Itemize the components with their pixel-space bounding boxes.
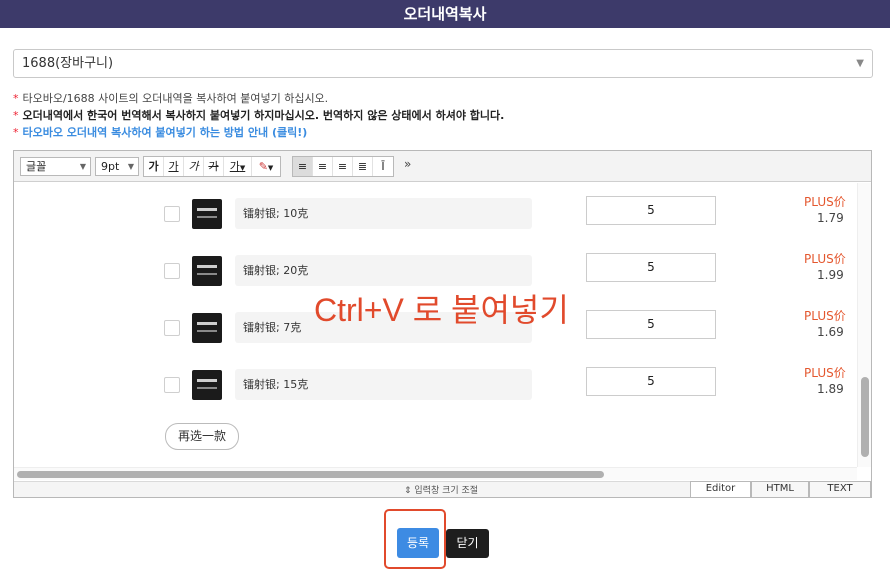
highlight-color-button[interactable]: ✎▼: [252, 157, 280, 176]
item-price: 1.69: [817, 325, 844, 339]
text-color-label: 가: [229, 160, 240, 173]
reselect-button[interactable]: 再选一款: [165, 423, 239, 450]
price-label: PLUS价: [804, 366, 846, 380]
align-justify-icon[interactable]: ≣: [353, 157, 373, 176]
font-family-select[interactable]: 글꼴 ▼: [20, 157, 91, 176]
note-line: * 타오바오 오더내역 복사하여 붙여넣기 하는 방법 안내 (클릭!): [13, 124, 504, 141]
product-thumbnail: [192, 199, 222, 229]
dropdown-arrow-icon: ▼: [127, 162, 134, 171]
align-right-icon[interactable]: ≡: [333, 157, 353, 176]
highlighter-icon: ✎: [258, 160, 268, 173]
item-quantity[interactable]: 5: [586, 196, 716, 225]
horizontal-scroll-thumb[interactable]: [17, 471, 604, 478]
order-item-row: 镭射银; 10克 5 PLUS价 1.79: [14, 193, 857, 233]
order-item-row: 镭射银; 20克 5 PLUS价 1.99: [14, 250, 857, 290]
item-price: 1.89: [817, 382, 844, 396]
item-price: 1.99: [817, 268, 844, 282]
close-button[interactable]: 닫기: [446, 529, 489, 558]
editor-content[interactable]: 镭射银; 10克 5 PLUS价 1.79 镭射银; 20克 5 PLUS价 1…: [14, 183, 857, 467]
note-text: 타오바오/1688 사이트의 오더내역을 복사하여 붙여넣기 하십시오.: [22, 92, 329, 105]
asterisk-icon: *: [13, 126, 19, 139]
item-price: 1.79: [817, 211, 844, 225]
note-line: * 오더내역에서 한국어 번역해서 복사하지 붙여넣기 하지마십시오. 번역하지 …: [13, 107, 504, 124]
asterisk-icon: *: [13, 92, 19, 105]
item-checkbox[interactable]: [164, 263, 180, 279]
bold-button[interactable]: 가: [144, 157, 164, 176]
strikethrough-button[interactable]: 가: [204, 157, 224, 176]
price-label: PLUS价: [804, 195, 846, 209]
vertical-scroll-thumb[interactable]: [861, 377, 869, 457]
font-size-select[interactable]: 9pt ▼: [95, 157, 139, 176]
chevron-down-icon: ▼: [856, 58, 864, 69]
source-select-value: 1688(장바구니): [22, 56, 114, 71]
item-option: 镭射银; 15克: [235, 369, 532, 400]
item-quantity[interactable]: 5: [586, 253, 716, 282]
item-option: 镭射银; 20克: [235, 255, 532, 286]
product-thumbnail: [192, 370, 222, 400]
tab-text[interactable]: TEXT: [809, 481, 871, 497]
align-buttons: ≡ ≡ ≡ ≣ Ī: [292, 156, 394, 177]
font-size-value: 9pt: [101, 160, 120, 173]
italic-button[interactable]: 가: [184, 157, 204, 176]
resize-label: ⇕ 입력창 크기 조절: [404, 486, 479, 496]
align-left-icon[interactable]: ≡: [293, 157, 313, 176]
item-checkbox[interactable]: [164, 206, 180, 222]
tab-html[interactable]: HTML: [751, 481, 809, 497]
note-text: 오더내역에서 한국어 번역해서 복사하지 붙여넣기 하지마십시오. 번역하지 않…: [22, 109, 505, 122]
instruction-notes: * 타오바오/1688 사이트의 오더내역을 복사하여 붙여넣기 하십시오. * 오…: [13, 90, 504, 141]
rich-text-editor: 글꼴 ▼ 9pt ▼ 가 가 가 가 가▼ ✎▼ ≡ ≡ ≡ ≣ Ī » 镭射银; …: [13, 150, 872, 498]
dropdown-arrow-icon: ▼: [267, 164, 274, 172]
register-button[interactable]: 등록: [397, 528, 439, 558]
product-thumbnail: [192, 313, 222, 343]
product-thumbnail: [192, 256, 222, 286]
asterisk-icon: *: [13, 109, 19, 122]
underline-button[interactable]: 가: [164, 157, 184, 176]
text-color-button[interactable]: 가▼: [224, 157, 252, 176]
source-select[interactable]: 1688(장바구니) ▼: [13, 49, 873, 78]
order-item-row: 镭射银; 15克 5 PLUS价 1.89: [14, 364, 857, 404]
paste-hint: Ctrl+V 로 붙여넣기: [314, 292, 569, 328]
item-option: 镭射银; 10克: [235, 198, 532, 229]
more-tools-button[interactable]: »: [404, 157, 411, 171]
tab-editor[interactable]: Editor: [690, 481, 751, 497]
guide-link[interactable]: 타오바오 오더내역 복사하여 붙여넣기 하는 방법 안내 (클릭!): [23, 126, 308, 139]
price-label: PLUS价: [804, 252, 846, 266]
dropdown-arrow-icon: ▼: [239, 164, 246, 172]
line-height-icon[interactable]: Ī: [373, 157, 393, 176]
item-checkbox[interactable]: [164, 377, 180, 393]
item-checkbox[interactable]: [164, 320, 180, 336]
format-buttons: 가 가 가 가 가▼ ✎▼: [143, 156, 281, 177]
window-title: 오더내역복사: [0, 0, 890, 28]
align-center-icon[interactable]: ≡: [313, 157, 333, 176]
font-family-value: 글꼴: [26, 160, 47, 173]
dropdown-arrow-icon: ▼: [79, 162, 86, 171]
horizontal-scrollbar[interactable]: [14, 467, 857, 480]
vertical-scrollbar[interactable]: [857, 183, 871, 467]
price-label: PLUS价: [804, 309, 846, 323]
item-quantity[interactable]: 5: [586, 367, 716, 396]
item-quantity[interactable]: 5: [586, 310, 716, 339]
editor-toolbar: 글꼴 ▼ 9pt ▼ 가 가 가 가 가▼ ✎▼ ≡ ≡ ≡ ≣ Ī »: [14, 151, 871, 182]
note-line: * 타오바오/1688 사이트의 오더내역을 복사하여 붙여넣기 하십시오.: [13, 90, 504, 107]
